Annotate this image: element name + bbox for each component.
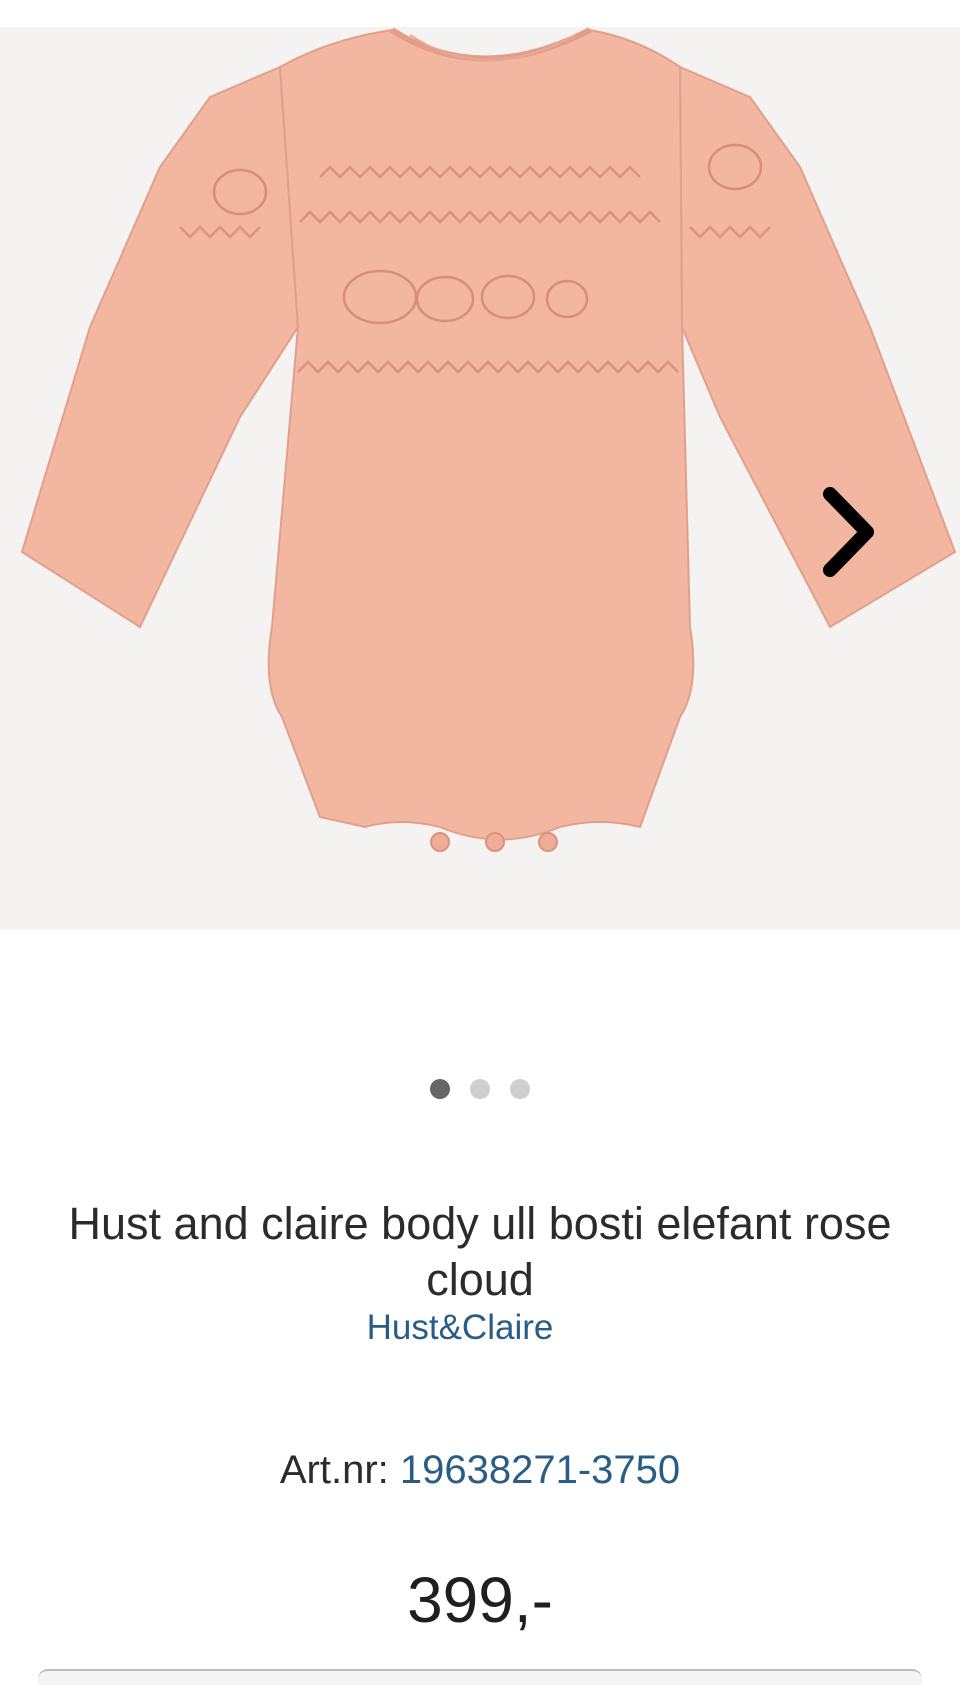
product-image bbox=[20, 27, 957, 852]
product-title: Hust and claire body ull bosti elefant r… bbox=[68, 1198, 892, 1305]
chevron-right-icon bbox=[823, 487, 874, 577]
article-number-label: Art.nr: bbox=[279, 1448, 389, 1492]
article-number-value: 19638271-3750 bbox=[399, 1448, 681, 1492]
brand-link[interactable]: Hust&Claire bbox=[0, 1308, 920, 1348]
product-page: Hust and claire body ull bosti elefant r… bbox=[0, 0, 960, 1685]
carousel-pagination bbox=[0, 1079, 960, 1099]
carousel-next-button[interactable] bbox=[812, 482, 882, 582]
product-price: 399,- bbox=[407, 1564, 553, 1636]
carousel-dot-2[interactable] bbox=[470, 1079, 490, 1099]
product-image-carousel[interactable] bbox=[0, 27, 960, 930]
article-number: Art.nr: 19638271-3750 bbox=[0, 1448, 960, 1493]
carousel-dot-1[interactable] bbox=[430, 1079, 450, 1099]
carousel-dot-3[interactable] bbox=[510, 1079, 530, 1099]
add-to-cart-panel-edge bbox=[38, 1669, 922, 1685]
